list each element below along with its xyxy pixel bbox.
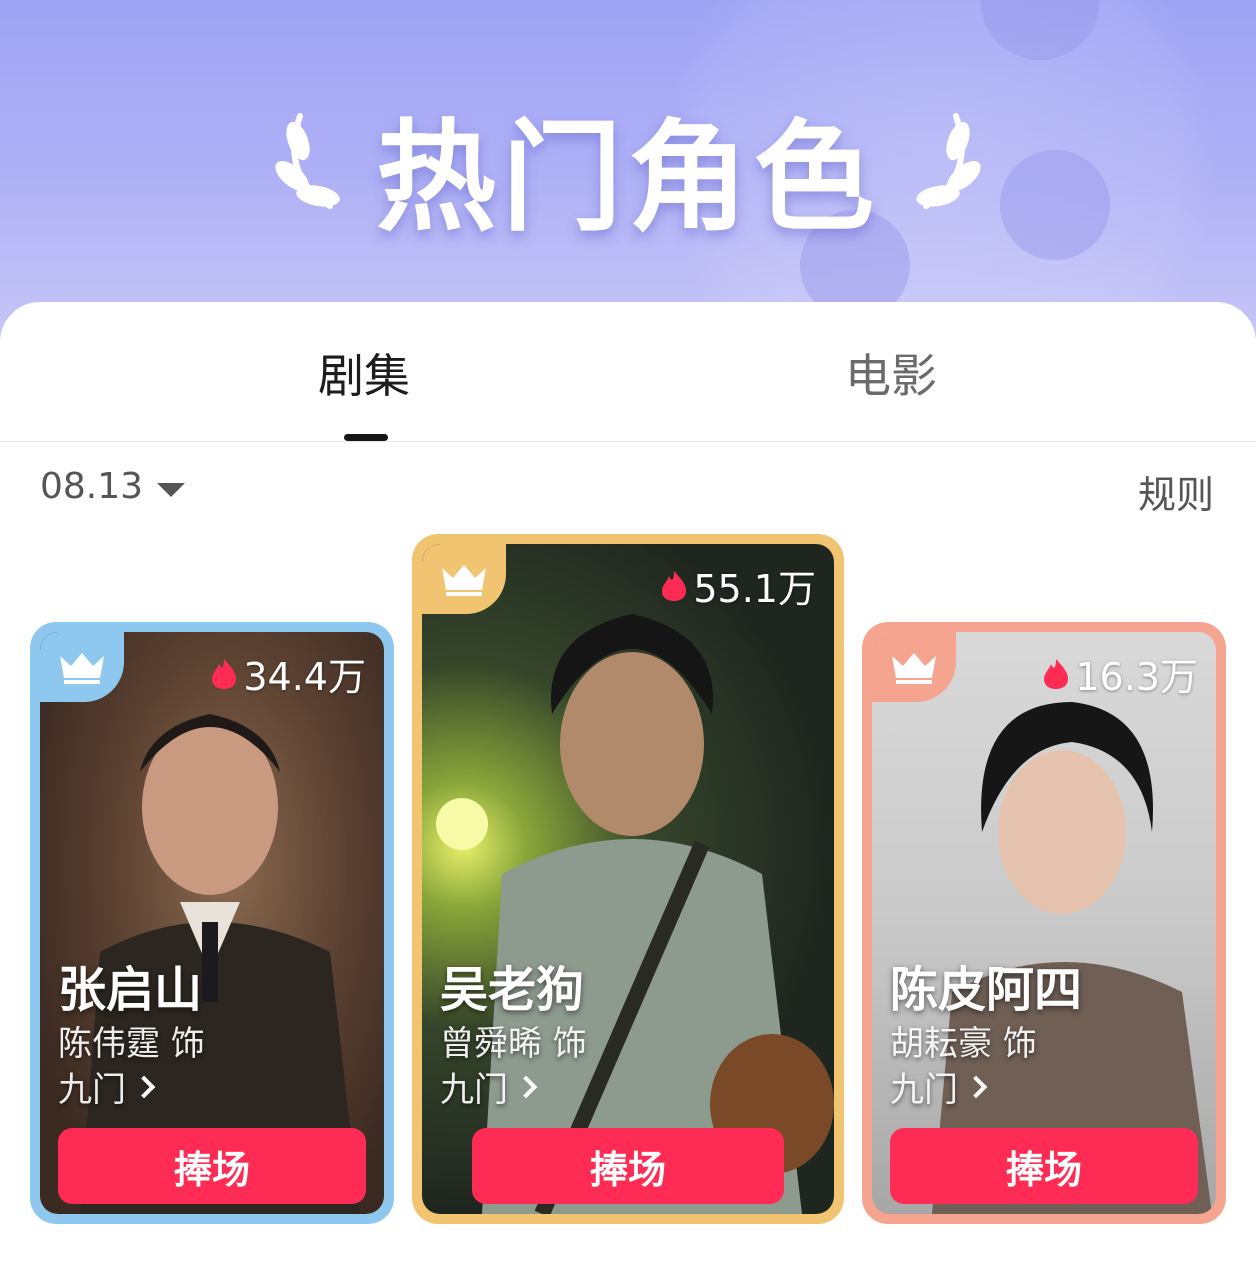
chevron-right-icon [132, 1075, 156, 1098]
date-label: 08.13 [40, 466, 144, 507]
actor-credit: 陈伟霆 饰 [58, 1024, 205, 1064]
character-card[interactable]: 34.4万 张启山 陈伟霆 饰 九门 捧场 [30, 622, 394, 1224]
tab-series[interactable]: 剧集 [318, 340, 410, 406]
reel-hole [980, 0, 1100, 60]
portrait-figure [80, 714, 360, 1214]
show-link[interactable]: 九门 [890, 1062, 988, 1111]
laurel-right-icon [916, 113, 981, 209]
tab-bar: 剧集 电影 [0, 302, 1256, 442]
character-name: 张启山 [58, 962, 203, 1018]
show-link[interactable]: 九门 [440, 1062, 538, 1111]
flame-icon [662, 570, 687, 601]
actor-credit: 曾舜晞 饰 [440, 1024, 587, 1064]
support-button[interactable]: 捧场 [58, 1128, 366, 1204]
flame-icon [1044, 658, 1069, 689]
card-body: 34.4万 张启山 陈伟霆 饰 九门 捧场 [40, 632, 384, 1214]
show-title: 九门 [58, 1070, 126, 1110]
banner-title: 热门角色 [376, 109, 880, 248]
heat-count: 55.1万 [661, 558, 816, 613]
crown-icon [442, 565, 486, 596]
heat-value: 16.3万 [1075, 655, 1198, 699]
caret-down-icon [157, 482, 186, 497]
portrait-figure [932, 702, 1212, 1214]
crown-icon [892, 653, 936, 684]
character-name: 陈皮阿四 [890, 962, 1083, 1018]
character-portrait [40, 632, 384, 1214]
card-body: 16.3万 陈皮阿四 胡耘豪 饰 九门 捧场 [872, 632, 1216, 1214]
chevron-right-icon [964, 1075, 988, 1098]
header-banner: 热门角色 [0, 0, 1256, 340]
tab-movies[interactable]: 电影 [845, 340, 937, 406]
heat-count: 16.3万 [1043, 646, 1198, 701]
show-title: 九门 [890, 1070, 958, 1110]
actor-credit: 胡耘豪 饰 [890, 1024, 1037, 1064]
support-button[interactable]: 捧场 [890, 1128, 1198, 1204]
chevron-right-icon [514, 1075, 538, 1098]
date-selector[interactable]: 08.13 [40, 466, 186, 507]
character-name: 吴老狗 [440, 962, 585, 1018]
portrait-figure [436, 614, 834, 1214]
content-sheet: 剧集 电影 08.13 规则 34.4万 张启山 陈伟霆 饰 九门 捧场 55.… [0, 302, 1256, 1273]
heat-value: 34.4万 [243, 655, 366, 699]
rules-link[interactable]: 规则 [1138, 464, 1214, 519]
heat-value: 55.1万 [693, 567, 816, 611]
flame-icon [212, 658, 237, 689]
tab-indicator [344, 434, 388, 441]
character-card[interactable]: 55.1万 吴老狗 曾舜晞 饰 九门 捧场 [412, 534, 844, 1224]
show-title: 九门 [440, 1070, 508, 1110]
character-portrait [872, 632, 1216, 1214]
character-portrait [422, 544, 834, 1214]
show-link[interactable]: 九门 [58, 1062, 156, 1111]
character-card[interactable]: 16.3万 陈皮阿四 胡耘豪 饰 九门 捧场 [862, 622, 1226, 1224]
crown-icon [60, 653, 104, 684]
card-body: 55.1万 吴老狗 曾舜晞 饰 九门 捧场 [422, 544, 834, 1214]
support-button[interactable]: 捧场 [472, 1128, 784, 1204]
heat-count: 34.4万 [211, 646, 366, 701]
